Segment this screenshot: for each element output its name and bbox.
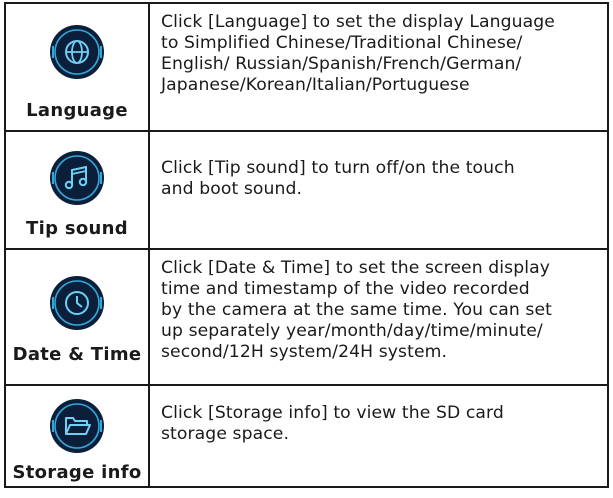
settings-item-date-time: Date & Time <box>6 250 150 384</box>
settings-item-label: Language <box>26 100 128 121</box>
settings-item-label: Date & Time <box>12 344 142 365</box>
settings-row-language: Language Click [Language] to set the dis… <box>4 2 609 130</box>
settings-item-tip-sound: Tip sound <box>6 132 150 248</box>
clock-icon <box>47 273 107 333</box>
settings-item-description: Click [Tip sound] to turn off/on the tou… <box>161 158 515 199</box>
settings-item-description: Click [Language] to set the display Lang… <box>161 12 555 95</box>
settings-row-storage-info: Storage info Click [Storage info] to vie… <box>4 384 609 488</box>
settings-row-date-time: Date & Time Click [Date & Time] to set t… <box>4 248 609 384</box>
settings-item-language: Language <box>6 4 150 130</box>
settings-item-storage-info: Storage info <box>6 386 150 486</box>
music-note-icon <box>47 148 107 208</box>
settings-item-label: Storage info <box>12 462 142 483</box>
globe-icon <box>47 22 107 82</box>
settings-table: Language Click [Language] to set the dis… <box>4 2 609 488</box>
folder-icon <box>47 396 107 456</box>
settings-row-tip-sound: Tip sound Click [Tip sound] to turn off/… <box>4 130 609 248</box>
settings-item-description: Click [Date & Time] to set the screen di… <box>161 258 552 362</box>
settings-item-description: Click [Storage info] to view the SD card… <box>161 403 504 444</box>
settings-item-label: Tip sound <box>26 218 128 239</box>
